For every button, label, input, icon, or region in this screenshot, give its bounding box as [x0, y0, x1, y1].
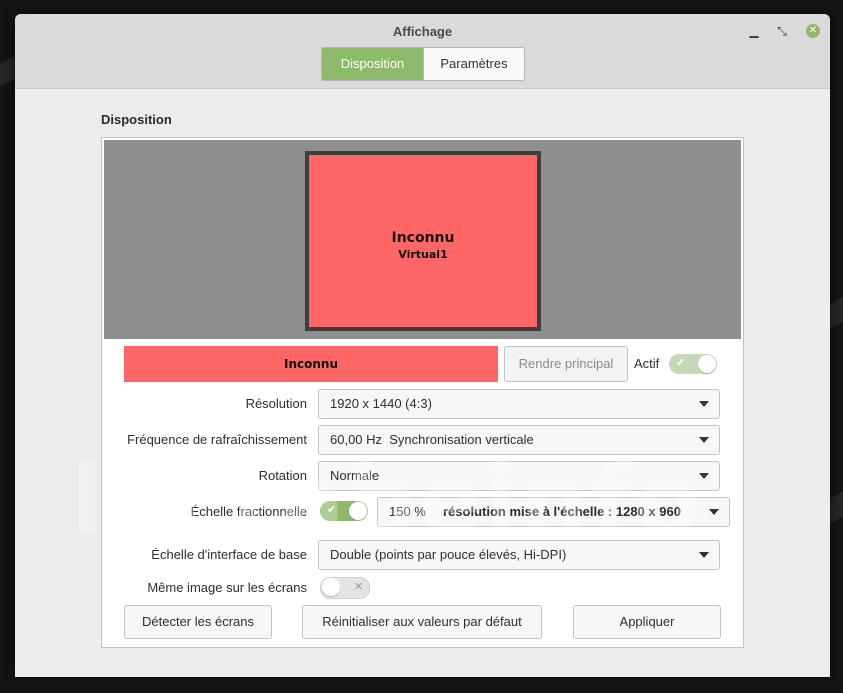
monitor-id: Virtual1	[398, 248, 448, 261]
chevron-down-icon	[699, 437, 709, 443]
section-title: Disposition	[101, 112, 172, 127]
close-icon[interactable]: ✕	[806, 24, 820, 38]
resolution-label: Résolution	[245, 396, 307, 411]
reset-defaults-button[interactable]: Réinitialiser aux valeurs par défaut	[302, 605, 542, 639]
window-title: Affichage	[392, 24, 453, 39]
chevron-down-icon	[709, 509, 719, 515]
layout-panel: Inconnu Virtual1 Inconnu Rendre principa…	[101, 137, 744, 648]
view-switcher: Disposition Paramètres	[321, 47, 525, 81]
detect-displays-button[interactable]: Détecter les écrans	[124, 605, 272, 639]
title-bar: Affichage ▁ ⤡ ✕ Disposition Paramètres	[15, 14, 830, 89]
monitor-preview-area: Inconnu Virtual1	[104, 140, 741, 339]
make-primary-button[interactable]: Rendre principal	[504, 346, 628, 382]
maximize-icon[interactable]: ⤡	[773, 22, 791, 40]
tab-parametres[interactable]: Paramètres	[423, 48, 524, 80]
resolution-select[interactable]: 1920 x 1440 (4:3)	[318, 389, 720, 419]
minimize-icon[interactable]: ▁	[745, 22, 763, 40]
active-label: Actif	[634, 356, 660, 371]
selected-display-label: Inconnu	[124, 346, 498, 382]
chevron-down-icon	[699, 401, 709, 407]
monitor-preview[interactable]: Inconnu Virtual1	[305, 151, 541, 331]
toggle-knob	[698, 355, 716, 373]
check-icon: ✔	[676, 357, 686, 369]
display-settings-window: Affichage ▁ ⤡ ✕ Disposition Paramètres D…	[15, 14, 830, 677]
mirror-displays-toggle[interactable]: ✕	[320, 577, 370, 599]
tab-disposition[interactable]: Disposition	[322, 48, 423, 80]
active-toggle[interactable]: ✔	[669, 354, 717, 374]
toggle-knob	[322, 578, 340, 596]
monitor-name: Inconnu	[391, 230, 455, 246]
cross-icon: ✕	[354, 581, 364, 593]
watermark: lecrabeinfo	[70, 445, 702, 557]
resolution-value: 1920 x 1440 (4:3)	[330, 396, 432, 411]
apply-button[interactable]: Appliquer	[573, 605, 721, 639]
mirror-displays-label: Même image sur les écrans	[147, 580, 307, 595]
